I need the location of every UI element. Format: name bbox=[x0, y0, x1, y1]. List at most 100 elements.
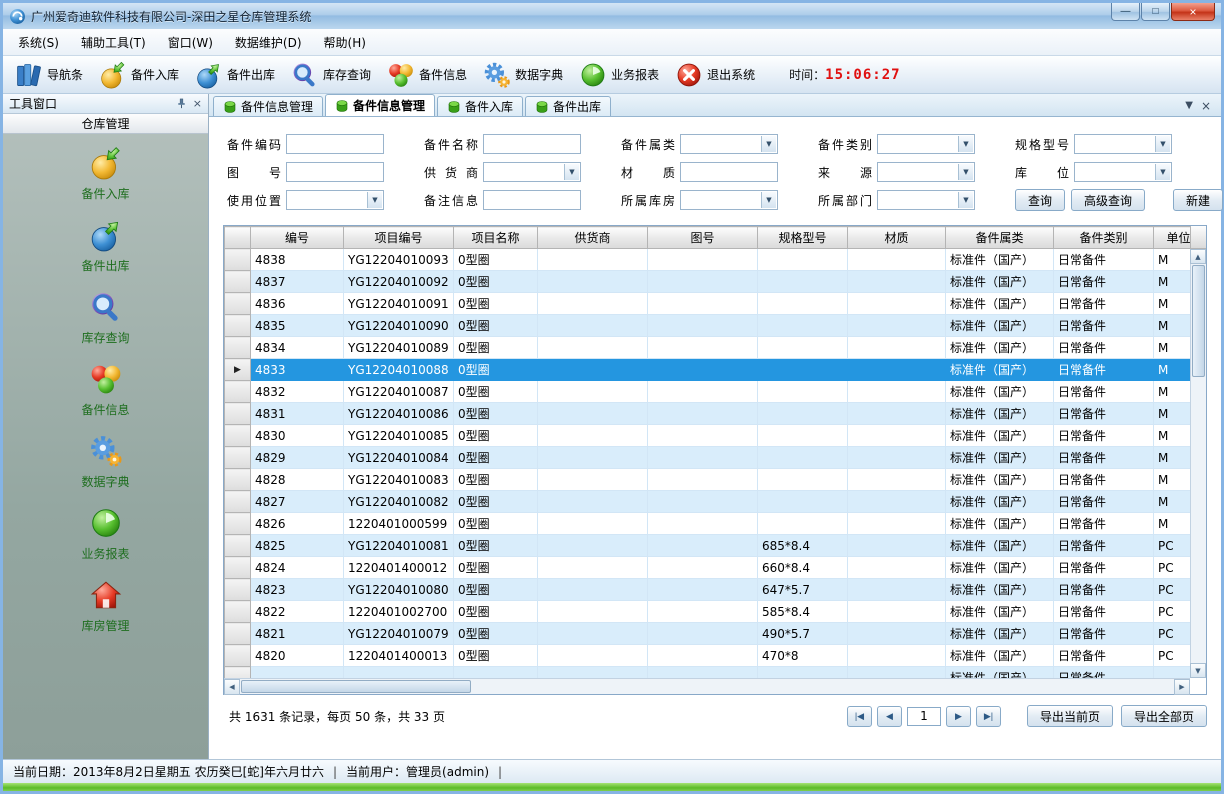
vertical-scrollbar[interactable]: ▲ ▼ bbox=[1190, 249, 1206, 678]
grid-cell[interactable]: PC bbox=[1154, 557, 1191, 579]
grid-cell[interactable]: M bbox=[1154, 403, 1191, 425]
grid-cell[interactable] bbox=[758, 293, 848, 315]
grid-cell[interactable] bbox=[454, 667, 538, 679]
horizontal-scrollbar[interactable]: ◀ ▶ bbox=[224, 678, 1190, 694]
grid-cell[interactable]: 0型圈 bbox=[454, 513, 538, 535]
grid-cell[interactable] bbox=[848, 645, 946, 667]
grid-cell[interactable]: 日常备件 bbox=[1054, 271, 1154, 293]
menu-system[interactable]: 系统(S) bbox=[7, 30, 70, 55]
code-input[interactable] bbox=[286, 134, 384, 154]
grid-cell[interactable]: M bbox=[1154, 425, 1191, 447]
grid-cell[interactable]: PC bbox=[1154, 579, 1191, 601]
row-selector[interactable] bbox=[225, 601, 251, 623]
grid-cell[interactable] bbox=[648, 359, 758, 381]
grid-cell[interactable]: 0型圈 bbox=[454, 623, 538, 645]
grid-cell[interactable] bbox=[848, 579, 946, 601]
grid-cell[interactable] bbox=[648, 403, 758, 425]
grid-cell[interactable]: 日常备件 bbox=[1054, 645, 1154, 667]
grid-cell[interactable] bbox=[758, 425, 848, 447]
use-position-select[interactable]: ▼ bbox=[286, 190, 384, 210]
first-page-button[interactable]: |◀ bbox=[847, 706, 872, 727]
grid-cell[interactable]: 标准件（国产） bbox=[946, 381, 1054, 403]
toolbar-parts-out-button[interactable]: 备件出库 bbox=[187, 59, 283, 91]
grid-cell[interactable] bbox=[848, 403, 946, 425]
grid-cell[interactable]: 日常备件 bbox=[1054, 623, 1154, 645]
grid-cell[interactable]: YG12204010093 bbox=[344, 249, 454, 271]
grid-cell[interactable]: M bbox=[1154, 271, 1191, 293]
row-selector[interactable] bbox=[225, 403, 251, 425]
export-all-pages-button[interactable]: 导出全部页 bbox=[1121, 705, 1207, 727]
grid-cell[interactable]: 1220401400013 bbox=[344, 645, 454, 667]
grid-row[interactable]: 4834YG122040100890型圈标准件（国产）日常备件M bbox=[225, 337, 1191, 359]
grid-cell[interactable]: 4835 bbox=[251, 315, 344, 337]
tab-parts-out[interactable]: 备件出库 bbox=[525, 96, 611, 116]
maximize-button[interactable]: □ bbox=[1141, 3, 1170, 21]
sidebar-item-warehouse-manage[interactable]: 库房管理 bbox=[3, 578, 208, 634]
grid-cell[interactable]: 标准件（国产） bbox=[946, 469, 1054, 491]
grid-cell[interactable] bbox=[758, 447, 848, 469]
row-selector[interactable] bbox=[225, 469, 251, 491]
grid-cell[interactable] bbox=[538, 447, 648, 469]
grid-cell[interactable]: 4825 bbox=[251, 535, 344, 557]
row-selector[interactable] bbox=[225, 447, 251, 469]
grid-cell[interactable]: 标准件（国产） bbox=[946, 667, 1054, 679]
sidebar-item-parts-in[interactable]: 备件入库 bbox=[3, 146, 208, 202]
grid-row[interactable]: 标准件（国产）日常备件 bbox=[225, 667, 1191, 679]
grid-cell[interactable] bbox=[648, 491, 758, 513]
next-page-button[interactable]: ▶ bbox=[946, 706, 971, 727]
grid-cell[interactable] bbox=[848, 557, 946, 579]
grid-cell[interactable]: 685*8.4 bbox=[758, 535, 848, 557]
grid-cell[interactable] bbox=[538, 667, 648, 679]
toolbar-data-dict-button[interactable]: 数据字典 bbox=[475, 59, 571, 91]
grid-cell[interactable] bbox=[758, 513, 848, 535]
warehouse-select[interactable]: ▼ bbox=[680, 190, 778, 210]
grid-row[interactable]: 4838YG122040100930型圈标准件（国产）日常备件M bbox=[225, 249, 1191, 271]
grid-cell[interactable]: YG12204010081 bbox=[344, 535, 454, 557]
close-button[interactable]: × bbox=[1171, 3, 1215, 21]
grid-cell[interactable] bbox=[648, 601, 758, 623]
grid-cell[interactable] bbox=[538, 359, 648, 381]
grid-cell[interactable]: YG12204010092 bbox=[344, 271, 454, 293]
pin-icon[interactable] bbox=[176, 98, 187, 109]
grid-cell[interactable]: 0型圈 bbox=[454, 447, 538, 469]
row-selector[interactable] bbox=[225, 425, 251, 447]
grid-cell[interactable]: 标准件（国产） bbox=[946, 359, 1054, 381]
grid-cell[interactable]: 1220401000599 bbox=[344, 513, 454, 535]
grid-cell[interactable]: 647*5.7 bbox=[758, 579, 848, 601]
location-select[interactable]: ▼ bbox=[1074, 162, 1172, 182]
grid-cell[interactable] bbox=[848, 667, 946, 679]
material-input[interactable] bbox=[680, 162, 778, 182]
grid-row[interactable]: 482612204010005990型圈标准件（国产）日常备件M bbox=[225, 513, 1191, 535]
panel-close-icon[interactable]: × bbox=[193, 98, 202, 109]
grid-cell[interactable]: 标准件（国产） bbox=[946, 513, 1054, 535]
grid-cell[interactable] bbox=[848, 513, 946, 535]
column-header[interactable]: 备件类别 bbox=[1054, 227, 1154, 249]
grid-cell[interactable] bbox=[758, 469, 848, 491]
grid-cell[interactable]: M bbox=[1154, 491, 1191, 513]
grid-cell[interactable]: 0型圈 bbox=[454, 425, 538, 447]
grid-cell[interactable]: 日常备件 bbox=[1054, 667, 1154, 679]
grid-cell[interactable] bbox=[538, 337, 648, 359]
grid-row[interactable]: 4825YG122040100810型圈685*8.4标准件（国产）日常备件PC bbox=[225, 535, 1191, 557]
grid-cell[interactable]: 4837 bbox=[251, 271, 344, 293]
grid-cell[interactable] bbox=[648, 469, 758, 491]
sidebar-item-data-dict[interactable]: 数据字典 bbox=[3, 434, 208, 490]
grid-row[interactable]: 4832YG122040100870型圈标准件（国产）日常备件M bbox=[225, 381, 1191, 403]
grid-cell[interactable]: 标准件（国产） bbox=[946, 491, 1054, 513]
grid-cell[interactable]: 4838 bbox=[251, 249, 344, 271]
grid-cell[interactable]: 0型圈 bbox=[454, 381, 538, 403]
toolbar-exit-button[interactable]: 退出系统 bbox=[667, 59, 763, 91]
grid-cell[interactable]: YG12204010080 bbox=[344, 579, 454, 601]
row-selector[interactable] bbox=[225, 491, 251, 513]
menu-data-maintain[interactable]: 数据维护(D) bbox=[224, 30, 313, 55]
horizontal-scroll-thumb[interactable] bbox=[241, 680, 471, 693]
grid-cell[interactable] bbox=[648, 447, 758, 469]
grid-cell[interactable]: 日常备件 bbox=[1054, 337, 1154, 359]
toolbar-parts-info-button[interactable]: 备件信息 bbox=[379, 59, 475, 91]
grid-cell[interactable]: M bbox=[1154, 447, 1191, 469]
grid-cell[interactable]: 1220401400012 bbox=[344, 557, 454, 579]
export-current-page-button[interactable]: 导出当前页 bbox=[1027, 705, 1113, 727]
grid-cell[interactable]: 4833 bbox=[251, 359, 344, 381]
grid-cell[interactable]: YG12204010079 bbox=[344, 623, 454, 645]
grid-cell[interactable] bbox=[848, 315, 946, 337]
